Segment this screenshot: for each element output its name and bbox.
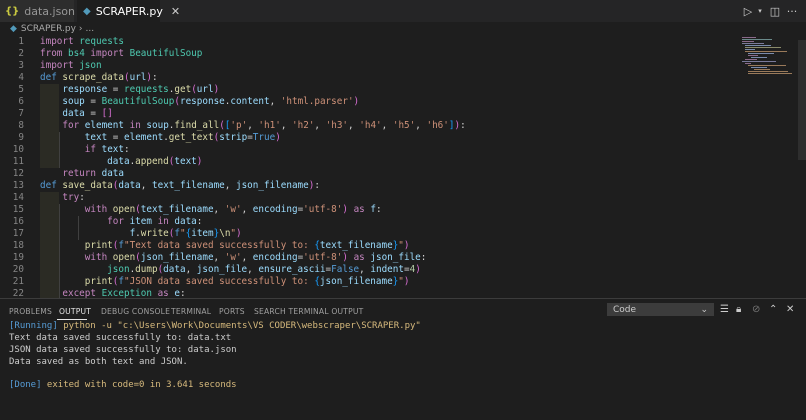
code-line: 2 from bs4 import BeautifulSoup [18,48,203,59]
tab-ports[interactable]: PORTS [219,307,245,316]
tab-terminal[interactable]: TERMINAL [171,307,211,316]
code-line: 10 if text: [12,144,130,155]
code-line: 15 with open(text_filename, 'w', encodin… [12,204,382,215]
breadcrumb-file[interactable]: SCRAPER.py [21,24,76,34]
code-editor[interactable]: 1 import requests 2 from bs4 import Beauti… [0,36,806,298]
json-file-icon: {} [5,5,20,17]
code-line: 17 f.write(f"{item}\n") [12,228,242,239]
tab-scraper-py[interactable]: ◆ SCRAPER.py ✕ [77,0,180,22]
output-line-running: [Running] python -u "c:\Users\Work\Docum… [9,320,421,332]
maximize-panel-icon[interactable]: ⌃ [769,304,777,315]
code-line: 9 text = element.get_text(strip=True) [18,132,281,143]
split-editor-icon[interactable]: ◫ [768,0,782,22]
lock-icon[interactable]: 🔒︎ [736,304,741,315]
tab-search-terminal-output[interactable]: SEARCH TERMINAL OUTPUT [254,307,364,316]
code-line: 8 for element in soup.find_all(['p', 'h1… [18,120,466,131]
code-line: 20 json.dump(data, json_file, ensure_asc… [12,264,421,275]
code-line: 16 for item in data: [12,216,203,227]
tab-debug-console[interactable]: DEBUG CONSOLE [101,307,170,316]
code-line: 1 import requests [18,36,124,47]
code-line: 12 return data [12,168,124,179]
code-line: 3 import json [18,60,102,71]
python-file-icon: ◆ [83,5,91,17]
output-line-done: [Done] exited with code=0 in 3.641 secon… [9,379,237,391]
editor-tab-bar: {} data.json ◆ SCRAPER.py ✕ ▷ ▾ ◫ ··· [0,0,806,22]
close-tab-icon[interactable]: ✕ [171,5,180,18]
list-filter-icon[interactable]: ☰ [720,304,729,315]
breadcrumb: ◆ SCRAPER.py › ... [0,22,806,36]
code-line: 13 def save_data(data, text_filename, jso… [12,180,320,191]
running-tag: [Running] [9,321,58,331]
minimap[interactable] [740,36,798,76]
tab-output[interactable]: OUTPUT [59,307,91,316]
code-line: 7 data = [] [18,108,113,119]
code-line: 22 except Exception as e: [12,288,186,298]
code-line: 5 response = requests.get(url) [18,84,220,95]
output-line: Text data saved successfully to: data.tx… [9,333,232,343]
breadcrumb-symbols[interactable]: ... [86,24,95,34]
running-command: python -u "c:\Users\Work\Documents\VS CO… [57,321,421,331]
code-line: 19 with open(json_filename, 'w', encodin… [12,252,427,263]
code-line: 14 try: [12,192,85,203]
code-line: 18 print(f"Text data saved successfully … [12,240,410,251]
code-line: 6 soup = BeautifulSoup(response.content,… [18,96,360,107]
done-text: exited with code=0 in 3.641 seconds [41,380,237,390]
clear-output-icon[interactable]: ⊘ [752,304,760,315]
code-line: 21 print(f"JSON data saved successfully … [12,276,410,287]
code-line: 4 def scrape_data(url): [18,72,158,83]
code-line: 11 data.append(text) [12,156,203,167]
tab-label: SCRAPER.py [95,4,163,18]
python-file-icon: ◆ [10,24,17,34]
tab-problems[interactable]: PROBLEMS [9,307,52,316]
tab-data-json[interactable]: {} data.json [0,0,76,22]
output-channel-select[interactable]: Code ⌄ [607,303,714,316]
run-dropdown-icon[interactable]: ▾ [755,0,765,22]
more-actions-icon[interactable]: ··· [784,0,800,22]
tab-label: data.json [24,4,76,18]
editor-scrollbar-thumb[interactable] [798,40,806,160]
run-icon[interactable]: ▷ [741,0,755,22]
bottom-panel: PROBLEMS OUTPUT DEBUG CONSOLE TERMINAL P… [0,298,806,420]
close-panel-icon[interactable]: ✕ [786,304,794,315]
select-value: Code [613,304,637,315]
done-tag: [Done] [9,380,42,390]
chevron-down-icon: ⌄ [700,304,708,315]
output-line: Data saved as both text and JSON. [9,357,188,367]
breadcrumb-separator: › [78,24,83,34]
output-line: JSON data saved successfully to: data.js… [9,345,237,355]
